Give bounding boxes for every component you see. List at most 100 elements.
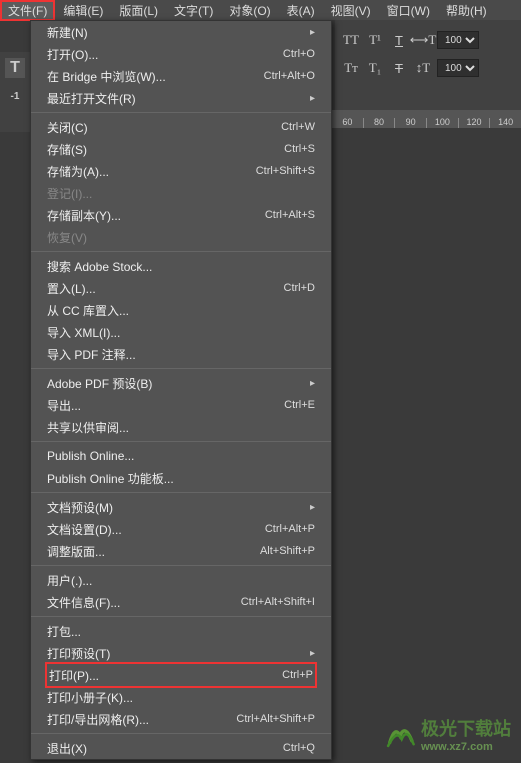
menu-table[interactable]: 表(A) [279,0,323,21]
subscript-icon[interactable]: T₁ [365,59,385,77]
menu-window[interactable]: 窗口(W) [379,0,438,21]
menu-item-placecc[interactable]: 从 CC 库置入... [31,299,331,321]
menu-item-importxml[interactable]: 导入 XML(I)... [31,321,331,343]
menu-item-printexportgrid[interactable]: 打印/导出网格(R)... Ctrl+Alt+Shift+P [31,708,331,730]
ruler-mark: 100 [426,118,458,128]
menu-item-pdfpreset[interactable]: Adobe PDF 预设(B) [31,372,331,394]
alluppercase-icon[interactable]: TT [341,31,361,49]
shortcut: Alt+Shift+P [260,545,315,557]
menu-label: 最近打开文件(R) [47,90,136,107]
menu-item-fileinfo[interactable]: 文件信息(F)... Ctrl+Alt+Shift+I [31,591,331,613]
menu-item-new[interactable]: 新建(N) [31,21,331,43]
aurora-logo-icon [383,717,417,751]
menu-edit[interactable]: 编辑(E) [55,0,111,21]
menu-help[interactable]: 帮助(H) [438,0,495,21]
character-panel: TT T¹ T ⟷T 100% Tᴛ T₁ T ↕T 100% [335,20,521,120]
scale-vertical-input[interactable]: 100% [437,59,479,77]
menu-label: 存储(S) [47,141,87,158]
shortcut: Ctrl+W [281,121,315,133]
file-menu-dropdown: 新建(N) 打开(O)...Ctrl+O 在 Bridge 中浏览(W)... C… [30,20,332,760]
menu-item-share[interactable]: 共享以供审阅... [31,416,331,438]
menu-item-importpdf[interactable]: 导入 PDF 注释... [31,343,331,365]
menu-label: Publish Online... [47,449,134,463]
menu-item-open[interactable]: 打开(O)...Ctrl+O [31,43,331,65]
menu-label: 文档设置(D)... [47,521,122,538]
shortcut: Ctrl+Q [283,742,315,754]
superscript-icon[interactable]: T¹ [365,31,385,49]
shortcut: Ctrl+Alt+P [265,523,315,535]
menu-type[interactable]: 文字(T) [166,0,221,21]
menu-item-checkin: 登记(I)... [31,182,331,204]
menu-item-place[interactable]: 置入(L)... Ctrl+D [31,277,331,299]
menu-label: 存储副本(Y)... [47,207,121,224]
menu-layout[interactable]: 版面(L) [111,0,166,21]
menu-item-saveas[interactable]: 存储为(A)...Ctrl+Shift+S [31,160,331,182]
ruler-mark: 80 [363,118,395,128]
menu-item-adjustlayout[interactable]: 调整版面... Alt+Shift+P [31,540,331,562]
menu-item-print[interactable]: 打印(P)...Ctrl+P [47,664,315,686]
menu-label: Publish Online 功能板... [47,470,174,487]
menu-label: 退出(X) [47,740,87,757]
menu-label: 置入(L)... [47,280,96,297]
menu-item-user[interactable]: 用户(.)... [31,569,331,591]
menu-item-savecopy[interactable]: 存储副本(Y)... Ctrl+Alt+S [31,204,331,226]
horizontal-ruler: 60 80 90 100 120 140 [331,110,521,128]
menu-label: 登记(I)... [47,185,92,202]
menu-label: Adobe PDF 预设(B) [47,375,152,392]
menu-label: 导出... [47,397,81,414]
shortcut: Ctrl+Alt+Shift+P [236,713,315,725]
menu-file[interactable]: 文件(F) [0,0,55,21]
menu-item-recent[interactable]: 最近打开文件(R) [31,87,331,109]
menu-view[interactable]: 视图(V) [323,0,379,21]
menu-label: 调整版面... [47,543,105,560]
underline-icon[interactable]: T [389,31,409,49]
menu-label: 存储为(A)... [47,163,109,180]
menu-item-printbooklet[interactable]: 打印小册子(K)... [31,686,331,708]
menu-label: 打印小册子(K)... [47,689,133,706]
menu-label: 新建(N) [47,24,88,41]
menu-item-exit[interactable]: 退出(X) Ctrl+Q [31,737,331,759]
menu-label: 文件信息(F)... [47,594,120,611]
menu-item-close[interactable]: 关闭(C)Ctrl+W [31,116,331,138]
menu-label: 打开(O)... [47,46,98,63]
ruler-mark: 90 [394,118,426,128]
menu-item-package[interactable]: 打包... [31,620,331,642]
shortcut: Ctrl+D [284,282,315,294]
scale-horizontal-icon[interactable]: ⟷T [413,31,433,49]
menu-label: 在 Bridge 中浏览(W)... [47,68,166,85]
menu-item-publish-panel[interactable]: Publish Online 功能板... [31,467,331,489]
menu-label: 用户(.)... [47,572,92,589]
menu-label: 从 CC 库置入... [47,302,129,319]
strikethrough-icon[interactable]: T [389,59,409,77]
ruler-mark: 140 [489,118,521,128]
shortcut: Ctrl+Alt+Shift+I [241,596,315,608]
type-tool-icon[interactable]: T [5,58,25,78]
menu-separator [31,565,331,566]
print-highlight-annotation: 打印(P)...Ctrl+P [45,662,317,688]
shortcut: Ctrl+Alt+O [264,70,315,82]
menu-separator [31,251,331,252]
watermark-title: 极光下载站 [421,719,511,739]
menu-item-docpreset[interactable]: 文档预设(M) [31,496,331,518]
smallcaps-icon[interactable]: Tᴛ [341,59,361,77]
tools-sidebar: T -1 [0,52,30,132]
menu-item-adobestock[interactable]: 搜索 Adobe Stock... [31,255,331,277]
watermark: 极光下载站 www.xz7.com [383,715,511,753]
menu-item-docsetup[interactable]: 文档设置(D)... Ctrl+Alt+P [31,518,331,540]
shortcut: Ctrl+P [282,669,313,681]
scale-vertical-icon[interactable]: ↕T [413,59,433,77]
ruler-mark: 60 [331,118,363,128]
shortcut: Ctrl+Alt+S [265,209,315,221]
menu-item-printpreset[interactable]: 打印预设(T) [31,642,331,664]
menu-item-export[interactable]: 导出...Ctrl+E [31,394,331,416]
menu-label: 导入 XML(I)... [47,324,120,341]
menu-item-browse-bridge[interactable]: 在 Bridge 中浏览(W)... Ctrl+Alt+O [31,65,331,87]
menu-label: 打印/导出网格(R)... [47,711,149,728]
menu-item-publish-online[interactable]: Publish Online... [31,445,331,467]
ruler-mark: 120 [458,118,490,128]
menu-object[interactable]: 对象(O) [221,0,278,21]
menu-label: 导入 PDF 注释... [47,346,136,363]
scale-horizontal-input[interactable]: 100% [437,31,479,49]
menu-separator [31,733,331,734]
menu-item-save[interactable]: 存储(S)Ctrl+S [31,138,331,160]
